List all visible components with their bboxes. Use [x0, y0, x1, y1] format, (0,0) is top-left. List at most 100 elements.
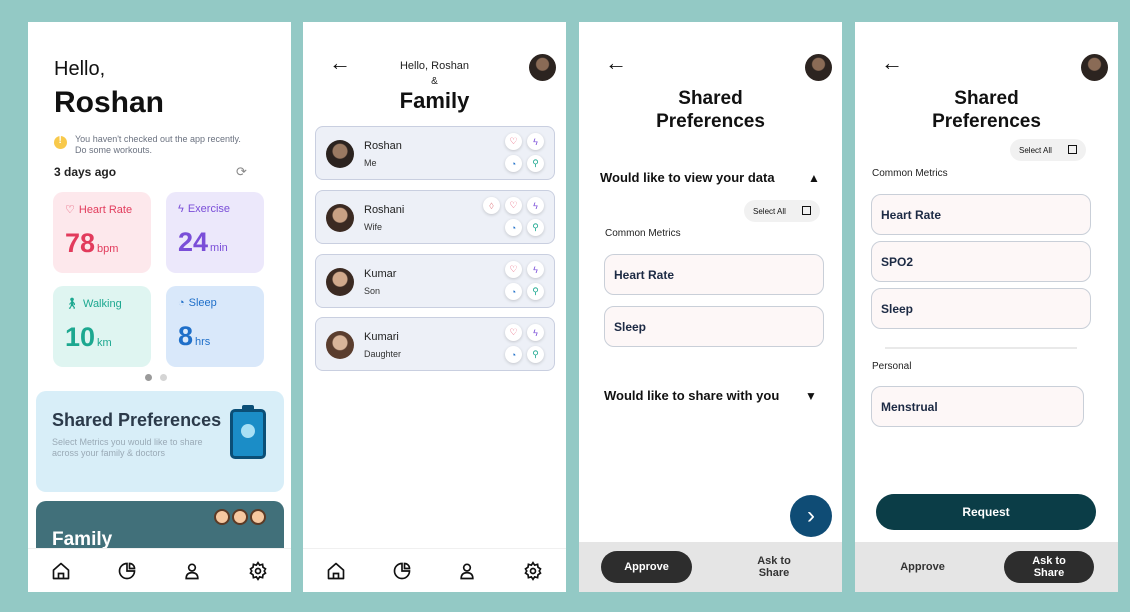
metric-spo2[interactable]: SPO2 [871, 241, 1091, 282]
walking-icon: ⚲ [527, 346, 544, 363]
member-card-kumar[interactable]: Kumar Son ♡ ϟ ◔ ⚲ [315, 254, 555, 308]
exercise-unit: min [210, 242, 228, 254]
profile-avatar[interactable] [1081, 54, 1108, 81]
home-screen: Hello, Roshan You haven't checked out th… [28, 22, 291, 592]
settings-icon[interactable] [522, 560, 544, 582]
user-name: Roshan [54, 86, 165, 119]
warning-text: You haven't checked out the app recently… [75, 134, 241, 155]
share-section-title[interactable]: Would like to share with you [604, 388, 779, 403]
user-icon[interactable] [456, 560, 478, 582]
member-name: Kumari [364, 331, 399, 343]
shared-preferences-card[interactable]: Shared Preferences Select Metrics you wo… [36, 391, 284, 492]
chart-icon[interactable] [116, 560, 138, 582]
avatar [326, 204, 354, 232]
bottom-toggle-bar: Approve Ask to Share [579, 542, 842, 592]
checkbox[interactable] [802, 206, 811, 215]
select-all-toggle[interactable]: Select All [1010, 139, 1086, 161]
lightning-icon: ϟ [527, 133, 544, 150]
collapse-triangle-icon[interactable]: ▲ [808, 171, 820, 185]
common-metrics-label: Common Metrics [605, 228, 681, 239]
member-card-kumari[interactable]: Kumari Daughter ♡ ϟ ◔ ⚲ [315, 317, 555, 371]
user-icon[interactable] [181, 560, 203, 582]
page-dot-active[interactable] [145, 374, 152, 381]
metric-sleep[interactable]: Sleep [871, 288, 1091, 329]
member-name: Roshan [364, 140, 402, 152]
walking-label: Walking [82, 297, 122, 310]
refresh-icon[interactable]: ⟳ [236, 164, 247, 180]
next-arrow-button[interactable]: › [790, 495, 832, 537]
metric-sleep[interactable]: Sleep [604, 306, 824, 347]
metric-heart-rate[interactable]: Heart Rate [871, 194, 1091, 235]
lightning-icon: ϟ [527, 261, 544, 278]
shared-preferences-approve-screen: ← Shared Preferences Would like to view … [579, 22, 842, 592]
inactivity-warning: You haven't checked out the app recently… [54, 134, 254, 156]
request-button[interactable]: Request [876, 494, 1096, 530]
approve-button[interactable]: Approve [601, 551, 692, 583]
sleep-label: Sleep [188, 297, 217, 309]
member-role: Me [364, 158, 377, 168]
sleep-icon: ◔ [505, 346, 522, 363]
family-greeting: Hello, Roshan [399, 60, 470, 72]
avatar [326, 331, 354, 359]
ask-to-share-label: Ask to Share [1032, 555, 1066, 579]
walking-icon: ⚲ [527, 219, 544, 236]
exercise-card[interactable]: ϟ Exercise 24 min [166, 192, 264, 273]
member-role: Daughter [364, 349, 402, 359]
walking-card[interactable]: 🚶︎ Walking 10 km [53, 286, 151, 367]
sleep-card[interactable]: ◔ Sleep 8 hrs [166, 286, 264, 367]
exercise-value: 24 [178, 227, 209, 257]
chart-icon[interactable] [391, 560, 413, 582]
warning-icon [54, 135, 67, 149]
walking-value: 10 [65, 322, 96, 352]
bottom-toggle-bar: Approve Ask to Share [855, 542, 1118, 592]
ask-to-share-button[interactable]: Ask to Share [1004, 551, 1094, 583]
sleep-value: 8 [178, 321, 194, 351]
heart-rate-card[interactable]: ♡ Heart Rate 78 bpm [53, 192, 151, 273]
sleep-icon: ◔ [505, 219, 522, 236]
ask-to-share-button[interactable]: Ask to Share [729, 551, 819, 583]
page-title-text: Shared Preferences [932, 88, 1041, 132]
shared-card-subtitle: Select Metrics you would like to share a… [52, 437, 203, 458]
avatar [326, 268, 354, 296]
page-indicator[interactable] [145, 374, 167, 381]
member-name: Kumar [364, 268, 397, 280]
select-all-label: Select All [753, 206, 786, 216]
lightning-icon: ϟ [527, 324, 544, 341]
page-title: Shared Preferences [579, 87, 842, 133]
home-icon[interactable] [50, 560, 72, 582]
back-arrow-icon[interactable]: ← [605, 50, 627, 76]
metric-menstrual[interactable]: Menstrual [871, 386, 1084, 427]
approve-button[interactable]: Approve [877, 551, 968, 583]
divider [885, 347, 1077, 349]
heart-icon: ♡ [505, 261, 522, 278]
heart-rate-value: 78 [65, 228, 96, 258]
page-title-text: Shared Preferences [656, 88, 765, 132]
walking-icon: ⚲ [527, 155, 544, 172]
home-icon[interactable] [325, 560, 347, 582]
checkbox[interactable] [1068, 145, 1077, 154]
page-title: Shared Preferences [855, 87, 1118, 133]
member-name: Roshani [364, 204, 405, 216]
member-role: Wife [364, 222, 382, 232]
back-arrow-icon[interactable]: ← [881, 50, 903, 76]
ask-to-share-label: Ask to Share [757, 555, 791, 579]
heart-rate-unit: bpm [97, 243, 119, 255]
metric-heart-rate[interactable]: Heart Rate [604, 254, 824, 295]
avatar [326, 140, 354, 168]
tab-bar [303, 548, 566, 592]
walking-icon: 🚶︎ [65, 298, 79, 310]
sleep-icon: ◔ [505, 155, 522, 172]
select-all-toggle[interactable]: Select All [744, 200, 820, 222]
expand-triangle-icon[interactable]: ▼ [805, 389, 817, 403]
view-data-section-title[interactable]: Would like to view your data [600, 170, 775, 185]
heart-icon: ♡ [505, 324, 522, 341]
family-ampersand: & [431, 76, 438, 87]
page-dot[interactable] [160, 374, 167, 381]
settings-icon[interactable] [247, 560, 269, 582]
shared-preferences-request-screen: ← Shared Preferences Select All Common M… [855, 22, 1118, 592]
member-card-roshani[interactable]: Roshani Wife ◊ ♡ ϟ ◔ ⚲ [315, 190, 555, 244]
lightning-icon: ϟ [178, 203, 184, 215]
lightning-icon: ϟ [527, 197, 544, 214]
member-card-roshan[interactable]: Roshan Me ♡ ϟ ◔ ⚲ [315, 126, 555, 180]
profile-avatar[interactable] [805, 54, 832, 81]
